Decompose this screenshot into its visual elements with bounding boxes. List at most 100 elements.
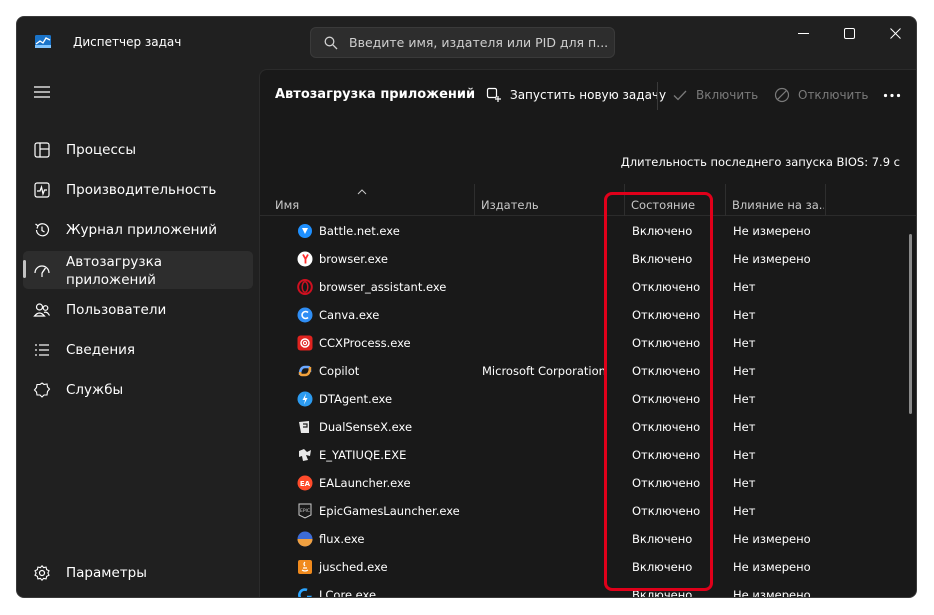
sidebar: Процессы Производительность Журнал прило…	[17, 65, 259, 597]
app-name: Canva.exe	[319, 308, 380, 322]
app-startup-impact: Не измерено	[733, 224, 811, 238]
column-separator[interactable]	[725, 184, 726, 216]
app-name: DTAgent.exe	[319, 392, 393, 406]
table-row[interactable]: Canva.exe Отключено Нет	[260, 301, 916, 329]
sidebar-item-label: Пользователи	[66, 302, 167, 318]
app-name: EpicGamesLauncher.exe	[319, 504, 460, 518]
close-button[interactable]	[872, 17, 916, 49]
ea-icon: EA	[297, 475, 313, 491]
table-header: Имя Издатель Состояние Влияние на за...	[260, 184, 916, 216]
app-state: Отключено	[632, 364, 701, 378]
canva-icon	[297, 307, 313, 323]
gear-icon	[34, 564, 50, 582]
table-row[interactable]: E_YATIUQE.EXE Отключено Нет	[260, 441, 916, 469]
enable-button[interactable]: Включить	[672, 82, 758, 108]
app-startup-impact: Нет	[733, 392, 756, 406]
window-title: Диспетчер задач	[73, 35, 182, 49]
table-row[interactable]: EPIC EpicGamesLauncher.exe Отключено Нет	[260, 497, 916, 525]
sidebar-item-settings[interactable]: Параметры	[23, 555, 253, 591]
performance-icon	[34, 182, 50, 198]
startup-icon	[34, 265, 50, 277]
minimize-button[interactable]	[780, 17, 826, 49]
search-box[interactable]	[310, 27, 615, 58]
column-header-state[interactable]: Состояние	[631, 198, 725, 212]
app-startup-impact: Нет	[733, 476, 756, 490]
app-startup-impact: Нет	[733, 336, 756, 350]
app-name: flux.exe	[319, 532, 365, 546]
sidebar-item-startup-apps[interactable]: Автозагрузка приложений	[23, 251, 253, 289]
hamburger-menu-icon[interactable]	[33, 85, 51, 99]
search-input[interactable]	[349, 28, 611, 57]
search-icon	[324, 36, 338, 50]
title-bar: Диспетчер задач	[17, 17, 916, 65]
adobe-cc-icon	[297, 335, 313, 351]
new-task-icon	[486, 87, 501, 102]
sidebar-item-label: Автозагрузка приложений	[66, 254, 163, 288]
sidebar-item-details[interactable]: Сведения	[23, 332, 253, 368]
column-header-publisher[interactable]: Издатель	[481, 198, 539, 212]
sidebar-item-services[interactable]: Службы	[23, 372, 253, 408]
app-startup-impact: Нет	[733, 448, 756, 462]
app-state: Отключено	[632, 308, 701, 322]
vertical-scrollbar[interactable]	[909, 234, 912, 414]
sidebar-item-users[interactable]: Пользователи	[23, 292, 253, 328]
table-row[interactable]: Copilot Microsoft Corporation Отключено Нет	[260, 357, 916, 385]
details-icon	[35, 344, 49, 356]
sidebar-item-app-history[interactable]: Журнал приложений	[23, 212, 253, 248]
app-name: LCore.exe	[319, 588, 377, 598]
column-separator[interactable]	[474, 184, 475, 216]
app-state: Отключено	[632, 280, 701, 294]
app-state: Отключено	[632, 420, 701, 434]
enable-label: Включить	[696, 88, 759, 102]
run-new-task-label: Запустить новую задачу	[510, 88, 667, 102]
sidebar-item-performance[interactable]: Производительность	[23, 172, 253, 208]
app-name: browser.exe	[319, 252, 389, 266]
column-header-name[interactable]: Имя	[275, 198, 299, 212]
processes-icon	[34, 142, 50, 158]
history-icon	[35, 223, 50, 237]
table-row[interactable]: EA EALauncher.exe Отключено Нет	[260, 469, 916, 497]
table-row[interactable]: jusched.exe Включено Не измерено	[260, 553, 916, 581]
app-name: Copilot	[319, 364, 360, 378]
app-state: Отключено	[632, 448, 701, 462]
startup-apps-list: Battle.net.exe Включено Не измерено browser…	[260, 217, 916, 598]
disable-button[interactable]: Отключить	[774, 82, 868, 108]
app-state: Отключено	[632, 504, 701, 518]
column-header-impact[interactable]: Влияние на за...	[732, 198, 824, 212]
app-startup-impact: Нет	[733, 504, 756, 518]
app-state: Включено	[632, 252, 693, 266]
maximize-button[interactable]	[826, 17, 872, 49]
app-startup-impact: Нет	[733, 308, 756, 322]
app-startup-impact: Не измерено	[733, 252, 811, 266]
column-separator[interactable]	[624, 184, 625, 216]
task-manager-window: Диспетчер задач Введите имя, издателя ил…	[16, 16, 917, 598]
maximize-icon	[843, 27, 855, 39]
table-row[interactable]: DualSenseX.exe Отключено Нет	[260, 413, 916, 441]
table-row[interactable]: Battle.net.exe Включено Не измерено	[260, 217, 916, 245]
app-startup-impact: Не измерено	[733, 560, 811, 574]
app-startup-impact: Не измерено	[733, 588, 811, 598]
copilot-icon	[298, 365, 312, 377]
table-row[interactable]: DTAgent.exe Отключено Нет	[260, 385, 916, 413]
app-publisher: Microsoft Corporation	[482, 364, 606, 378]
table-row[interactable]: browser_assistant.exe Отключено Нет	[260, 273, 916, 301]
column-separator[interactable]	[825, 184, 826, 216]
more-options-icon[interactable]	[883, 93, 901, 98]
app-startup-impact: Не измерено	[733, 532, 811, 546]
yandex-browser-icon	[297, 251, 313, 267]
sidebar-item-label: Сведения	[66, 342, 136, 358]
epic-games-icon: EPIC	[298, 503, 312, 519]
sidebar-item-processes[interactable]: Процессы	[23, 132, 253, 168]
services-icon	[33, 382, 51, 398]
toolbar: Автозагрузка приложений Запустить новую …	[260, 70, 916, 120]
table-row[interactable]: LCore.exe Включено Не измерено	[260, 581, 916, 598]
table-row[interactable]: CCXProcess.exe Отключено Нет	[260, 329, 916, 357]
sidebar-item-label: Параметры	[66, 565, 147, 581]
table-row[interactable]: flux.exe Включено Не измерено	[260, 525, 916, 553]
app-state: Включено	[632, 560, 693, 574]
sidebar-item-label: Процессы	[66, 142, 136, 158]
minimize-icon	[797, 32, 809, 34]
sort-ascending-icon	[357, 189, 367, 195]
run-new-task-button[interactable]: Запустить новую задачу	[486, 82, 666, 108]
table-row[interactable]: browser.exe Включено Не измерено	[260, 245, 916, 273]
